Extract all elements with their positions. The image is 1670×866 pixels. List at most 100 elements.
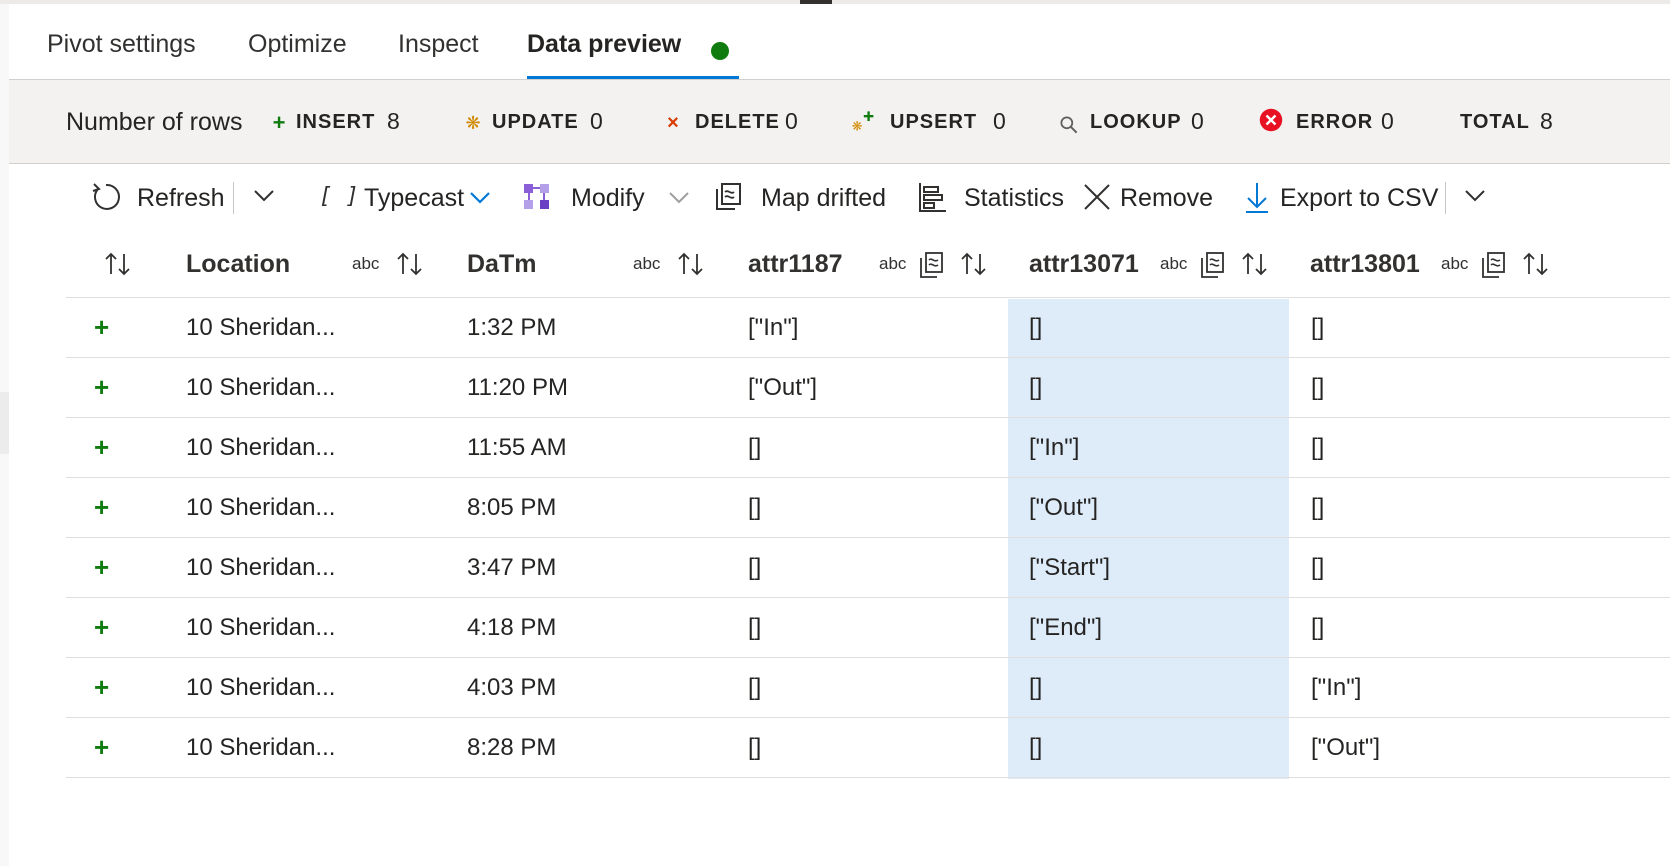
column-header-attr1187[interactable]: attr1187 abc bbox=[748, 230, 1029, 298]
stat-total-label: TOTAL bbox=[1460, 111, 1530, 133]
cell-attr13071: ["End"] bbox=[1029, 614, 1103, 641]
insert-plus-icon: + bbox=[94, 612, 110, 642]
remove-x-icon bbox=[1084, 184, 1110, 210]
refresh-dropdown-chevron-icon[interactable] bbox=[249, 180, 279, 210]
cell-attr1187: [] bbox=[748, 494, 762, 521]
cell-attr13071: ["In"] bbox=[1029, 434, 1080, 461]
tab-optimize[interactable]: Optimize bbox=[248, 30, 347, 59]
cell-attr13801: ["In"] bbox=[1311, 674, 1362, 701]
typecast-chevron-icon bbox=[470, 192, 490, 204]
lookup-magnifier-icon bbox=[1060, 116, 1078, 134]
cell-attr13801: [] bbox=[1311, 494, 1325, 521]
stat-upsert-label: UPSERT bbox=[890, 111, 978, 133]
insert-plus-icon: + bbox=[94, 552, 110, 582]
download-arrow-icon bbox=[1246, 183, 1268, 213]
insert-plus-icon: + bbox=[272, 110, 286, 135]
cell-datm: 11:55 AM bbox=[467, 434, 567, 461]
typecast-label: Typecast bbox=[364, 184, 465, 212]
tab-bar: Pivot settings Optimize Inspect Data pre… bbox=[9, 4, 1670, 80]
statistics-icon bbox=[919, 183, 946, 212]
stat-error-value: 0 bbox=[1381, 108, 1394, 134]
column-name: attr1187 bbox=[748, 250, 843, 278]
insert-plus-icon: + bbox=[94, 492, 110, 522]
column-type-badge: abc bbox=[352, 254, 380, 273]
cell-attr1187: [] bbox=[748, 674, 762, 701]
table-row[interactable]: + 10 Sheridan... 8:28 PM [] [] ["Out"] bbox=[66, 718, 1670, 778]
table-row[interactable]: + 10 Sheridan... 1:32 PM ["In"] [] [] bbox=[66, 298, 1670, 358]
table-row[interactable]: + 10 Sheridan... 3:47 PM [] ["Start"] [] bbox=[66, 538, 1670, 598]
statistics-label: Statistics bbox=[964, 184, 1065, 212]
cell-location: 10 Sheridan... bbox=[186, 734, 336, 761]
left-panel-scroll-mark[interactable] bbox=[0, 392, 9, 454]
tab-inspect[interactable]: Inspect bbox=[398, 30, 479, 59]
insert-plus-icon: + bbox=[94, 312, 110, 342]
grid-header: Location abc DaTm abc attr1187 abc attr1… bbox=[66, 230, 1670, 298]
cell-datm: 11:20 PM bbox=[467, 374, 568, 401]
cell-datm: 4:03 PM bbox=[467, 674, 557, 701]
sort-icon[interactable] bbox=[675, 248, 709, 280]
stat-lookup-label: LOOKUP bbox=[1090, 111, 1182, 133]
column-header-attr13071[interactable]: attr13071 abc bbox=[1029, 230, 1310, 298]
summary-title: Number of rows bbox=[66, 108, 243, 136]
sort-icon[interactable] bbox=[1520, 248, 1554, 280]
cell-datm: 8:28 PM bbox=[467, 734, 557, 761]
cell-attr13801: ["Out"] bbox=[1311, 734, 1381, 761]
typecast-bracket-icon: [ ] bbox=[319, 184, 359, 209]
cell-attr1187: [] bbox=[748, 734, 762, 761]
tab-data-preview[interactable]: Data preview bbox=[527, 30, 681, 59]
delete-x-icon: × bbox=[667, 112, 679, 134]
column-type-badge: abc bbox=[879, 254, 907, 273]
toolbar: Refresh [ ] Typecast Modify Map drifted bbox=[9, 166, 1670, 228]
cell-datm: 1:32 PM bbox=[467, 314, 557, 341]
modify-label: Modify bbox=[571, 184, 645, 212]
stat-lookup-value: 0 bbox=[1191, 108, 1204, 134]
more-actions-chevron-icon[interactable] bbox=[1460, 180, 1490, 210]
cell-location: 10 Sheridan... bbox=[186, 494, 336, 521]
cell-attr1187: ["In"] bbox=[748, 314, 799, 341]
stat-error-label: ERROR bbox=[1296, 111, 1374, 133]
row-sort-icon[interactable] bbox=[102, 248, 136, 280]
column-header-attr13801[interactable]: attr13801 abc bbox=[1310, 230, 1591, 298]
cell-attr13071: [] bbox=[1029, 734, 1043, 761]
stat-total-value: 8 bbox=[1540, 108, 1553, 134]
column-name: Location bbox=[186, 250, 291, 278]
drifted-column-icon[interactable] bbox=[1199, 250, 1227, 280]
map-drifted-label: Map drifted bbox=[761, 184, 887, 212]
column-name: DaTm bbox=[467, 250, 537, 278]
cell-attr13071: [] bbox=[1029, 314, 1043, 341]
column-name: attr13071 bbox=[1029, 250, 1139, 278]
svg-text:❋: ❋ bbox=[852, 120, 863, 134]
tab-pivot-settings[interactable]: Pivot settings bbox=[47, 30, 196, 59]
cell-attr13801: [] bbox=[1311, 614, 1325, 641]
cell-attr13801: [] bbox=[1311, 554, 1325, 581]
refresh-label: Refresh bbox=[137, 184, 225, 212]
row-count-summary: Number of rows + INSERT 8 ❋ UPDATE 0 × D… bbox=[9, 80, 1670, 164]
cell-location: 10 Sheridan... bbox=[186, 674, 336, 701]
sort-icon[interactable] bbox=[958, 248, 992, 280]
column-header-datm[interactable]: DaTm abc bbox=[467, 230, 748, 298]
column-header-location[interactable]: Location abc bbox=[186, 230, 467, 298]
drifted-column-icon[interactable] bbox=[1480, 250, 1508, 280]
table-row[interactable]: + 10 Sheridan... 11:55 AM [] ["In"] [] bbox=[66, 418, 1670, 478]
column-name: attr13801 bbox=[1310, 250, 1420, 278]
cell-location: 10 Sheridan... bbox=[186, 434, 336, 461]
cell-attr1187: [] bbox=[748, 614, 762, 641]
table-row[interactable]: + 10 Sheridan... 8:05 PM [] ["Out"] [] bbox=[66, 478, 1670, 538]
active-tab-indicator bbox=[527, 76, 739, 79]
insert-plus-icon: + bbox=[94, 432, 110, 462]
cell-location: 10 Sheridan... bbox=[186, 314, 336, 341]
sort-icon[interactable] bbox=[1239, 248, 1273, 280]
toolbar-separator bbox=[1445, 182, 1446, 214]
toolbar-separator bbox=[233, 182, 234, 214]
column-type-badge: abc bbox=[1160, 254, 1188, 273]
cell-datm: 8:05 PM bbox=[467, 494, 557, 521]
table-row[interactable]: + 10 Sheridan... 4:03 PM [] [] ["In"] bbox=[66, 658, 1670, 718]
table-row[interactable]: + 10 Sheridan... 4:18 PM [] ["End"] [] bbox=[66, 598, 1670, 658]
column-type-badge: abc bbox=[633, 254, 661, 273]
cell-attr1187: ["Out"] bbox=[748, 374, 818, 401]
sort-icon[interactable] bbox=[394, 248, 428, 280]
stat-delete-label: DELETE bbox=[695, 111, 780, 133]
stat-update-value: 0 bbox=[590, 108, 603, 134]
table-row[interactable]: + 10 Sheridan... 11:20 PM ["Out"] [] [] bbox=[66, 358, 1670, 418]
drifted-column-icon[interactable] bbox=[918, 250, 946, 280]
